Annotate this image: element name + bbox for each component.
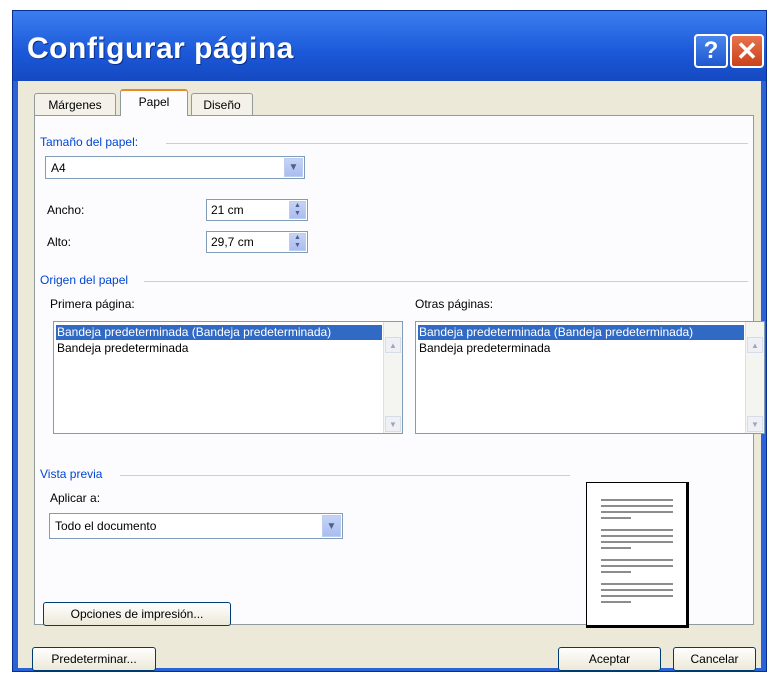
spinner-arrows-icon[interactable]: ▲ ▼ <box>289 201 306 219</box>
list-item[interactable]: Bandeja predeterminada (Bandeja predeter… <box>418 325 744 340</box>
list-item[interactable]: Bandeja predeterminada <box>56 341 382 356</box>
paper-size-group-label: Tamaño del papel: <box>40 135 139 149</box>
page-preview-thumbnail <box>586 482 689 628</box>
preview-line <box>601 505 673 507</box>
preview-line <box>601 595 673 597</box>
chevron-down-icon[interactable]: ▼ <box>322 515 341 537</box>
list-item[interactable]: Bandeja predeterminada (Bandeja predeter… <box>56 325 382 340</box>
scroll-down-icon[interactable]: ▼ <box>747 416 763 432</box>
print-options-button[interactable]: Opciones de impresión... <box>43 602 231 626</box>
preview-line <box>601 541 673 543</box>
height-label: Alto: <box>47 235 72 249</box>
preview-line <box>601 565 673 567</box>
print-options-label: Opciones de impresión... <box>70 607 204 621</box>
width-value: 21 cm <box>211 203 244 217</box>
chevron-down-icon[interactable]: ▼ <box>284 158 303 177</box>
paper-source-group-label: Origen del papel <box>40 273 129 287</box>
tab-paper[interactable]: Papel <box>120 89 188 116</box>
other-pages-scrollbar[interactable]: ▲ ▼ <box>745 322 764 433</box>
height-value: 29,7 cm <box>211 235 254 249</box>
preview-line <box>601 511 673 513</box>
preview-divider <box>120 475 570 476</box>
dialog-title: Configurar página <box>27 32 294 65</box>
help-icon: ? <box>703 37 719 64</box>
preview-line <box>601 529 673 531</box>
ok-button[interactable]: Aceptar <box>558 647 661 671</box>
tab-layout[interactable]: Diseño <box>191 93 253 115</box>
tab-margins-label: Márgenes <box>48 98 102 112</box>
apply-to-select[interactable]: Todo el documento ▼ <box>49 513 343 539</box>
ok-label: Aceptar <box>588 652 631 666</box>
close-button[interactable]: ✕ <box>730 34 764 68</box>
preview-line <box>601 589 673 591</box>
width-input[interactable]: 21 cm ▲ ▼ <box>206 199 308 221</box>
scroll-up-icon[interactable]: ▲ <box>385 337 401 353</box>
preview-line <box>601 499 673 501</box>
close-icon: ✕ <box>736 35 758 66</box>
first-page-label: Primera página: <box>50 297 135 311</box>
paper-source-divider <box>144 281 748 282</box>
apply-to-value: Todo el documento <box>55 519 157 533</box>
tab-margins[interactable]: Márgenes <box>34 93 116 115</box>
default-label: Predeterminar... <box>51 652 137 666</box>
apply-to-label: Aplicar a: <box>50 491 101 505</box>
other-pages-tray-list[interactable]: Bandeja predeterminada (Bandeja predeter… <box>415 321 765 434</box>
spinner-arrows-icon[interactable]: ▲ ▼ <box>289 233 306 251</box>
page-setup-dialog: Configurar página ? ✕ Márgenes Papel Dis… <box>12 10 767 672</box>
paper-size-divider <box>166 143 748 144</box>
scroll-down-icon[interactable]: ▼ <box>385 416 401 432</box>
scroll-up-icon[interactable]: ▲ <box>747 337 763 353</box>
dialog-body: Márgenes Papel Diseño Tamaño del papel: … <box>18 81 765 671</box>
preview-line <box>601 547 631 549</box>
cancel-label: Cancelar <box>690 652 739 666</box>
default-button[interactable]: Predeterminar... <box>32 647 156 671</box>
paper-size-value: A4 <box>51 160 66 175</box>
preview-group-label: Vista previa <box>40 467 103 481</box>
preview-line <box>601 535 673 537</box>
tab-paper-label: Papel <box>138 95 170 109</box>
tab-layout-label: Diseño <box>203 98 241 112</box>
width-label: Ancho: <box>47 203 85 217</box>
list-item[interactable]: Bandeja predeterminada <box>418 341 744 356</box>
first-page-scrollbar[interactable]: ▲ ▼ <box>383 322 402 433</box>
height-input[interactable]: 29,7 cm ▲ ▼ <box>206 231 308 253</box>
title-bar[interactable]: Configurar página ? ✕ <box>13 11 766 81</box>
preview-line <box>601 517 631 519</box>
cancel-button[interactable]: Cancelar <box>673 647 756 671</box>
first-page-tray-list[interactable]: Bandeja predeterminada (Bandeja predeter… <box>53 321 403 434</box>
help-button[interactable]: ? <box>694 34 728 68</box>
preview-line <box>601 559 673 561</box>
other-pages-label: Otras páginas: <box>415 297 494 311</box>
preview-line <box>601 583 673 585</box>
preview-line <box>601 601 631 603</box>
preview-line <box>601 571 631 573</box>
paper-size-select[interactable]: A4 ▼ <box>45 156 305 179</box>
